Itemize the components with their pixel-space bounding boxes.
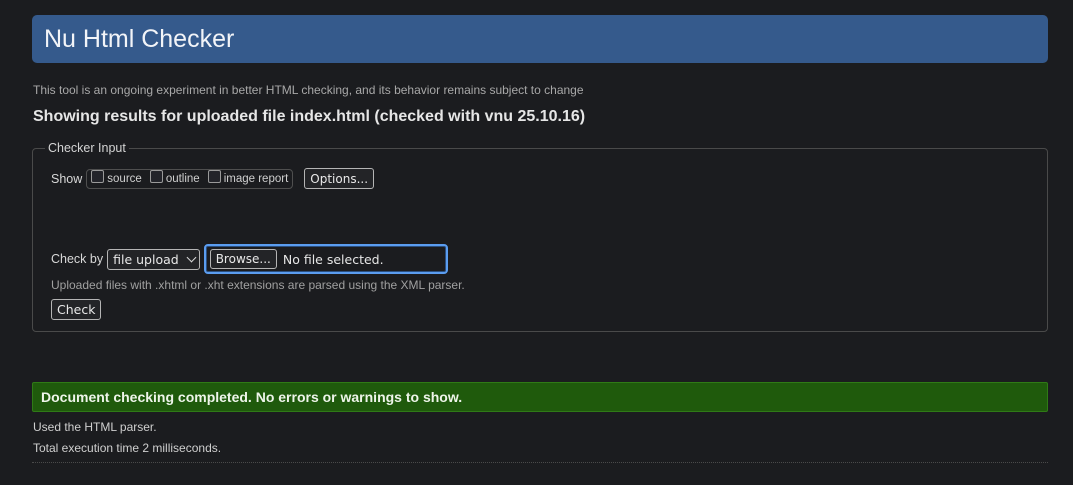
parser-note: Used the HTML parser. xyxy=(33,420,157,434)
browse-button[interactable]: Browse... xyxy=(209,249,277,269)
check-by-selected-value: file upload xyxy=(113,251,179,267)
show-image-report-option[interactable]: image report xyxy=(207,170,289,185)
check-by-row: Check by file upload Browse... No file s… xyxy=(51,244,448,274)
image-report-label: image report xyxy=(223,172,289,185)
file-upload-input[interactable]: Browse... No file selected. xyxy=(203,244,448,274)
file-status: No file selected. xyxy=(282,251,384,267)
page: Nu Html Checker This tool is an ongoing … xyxy=(0,0,1073,485)
page-title: Nu Html Checker xyxy=(44,24,235,53)
divider xyxy=(32,462,1048,463)
outline-label: outline xyxy=(165,172,200,185)
experiment-notice: This tool is an ongoing experiment in be… xyxy=(33,83,584,97)
check-by-select[interactable]: file upload xyxy=(107,248,200,270)
options-button[interactable]: Options... xyxy=(304,168,375,189)
check-button[interactable]: Check xyxy=(51,299,102,320)
show-outline-option[interactable]: outline xyxy=(149,170,200,185)
source-label: source xyxy=(107,172,142,185)
chevron-down-icon xyxy=(186,252,197,262)
xml-parser-note: Uploaded files with .xhtml or .xht exten… xyxy=(51,278,465,292)
page-header: Nu Html Checker xyxy=(32,15,1048,63)
success-banner: Document checking completed. No errors o… xyxy=(32,382,1048,412)
show-source-option[interactable]: source xyxy=(91,170,142,185)
check-button-wrap: Check xyxy=(51,299,102,320)
outline-checkbox[interactable] xyxy=(149,170,163,183)
checker-input-legend: Checker Input xyxy=(45,141,129,155)
results-heading: Showing results for uploaded file index.… xyxy=(33,108,586,125)
execution-time: Total execution time 2 milliseconds. xyxy=(33,441,222,455)
checker-input-fieldset: Checker Input Show source outline image … xyxy=(32,141,1048,332)
show-options-row: Show source outline image report Options… xyxy=(51,168,375,189)
source-checkbox[interactable] xyxy=(91,170,105,183)
show-label: Show xyxy=(51,171,83,186)
image-report-checkbox[interactable] xyxy=(207,170,221,183)
check-by-label: Check by xyxy=(51,252,104,266)
show-options-group: source outline image report xyxy=(86,168,294,189)
